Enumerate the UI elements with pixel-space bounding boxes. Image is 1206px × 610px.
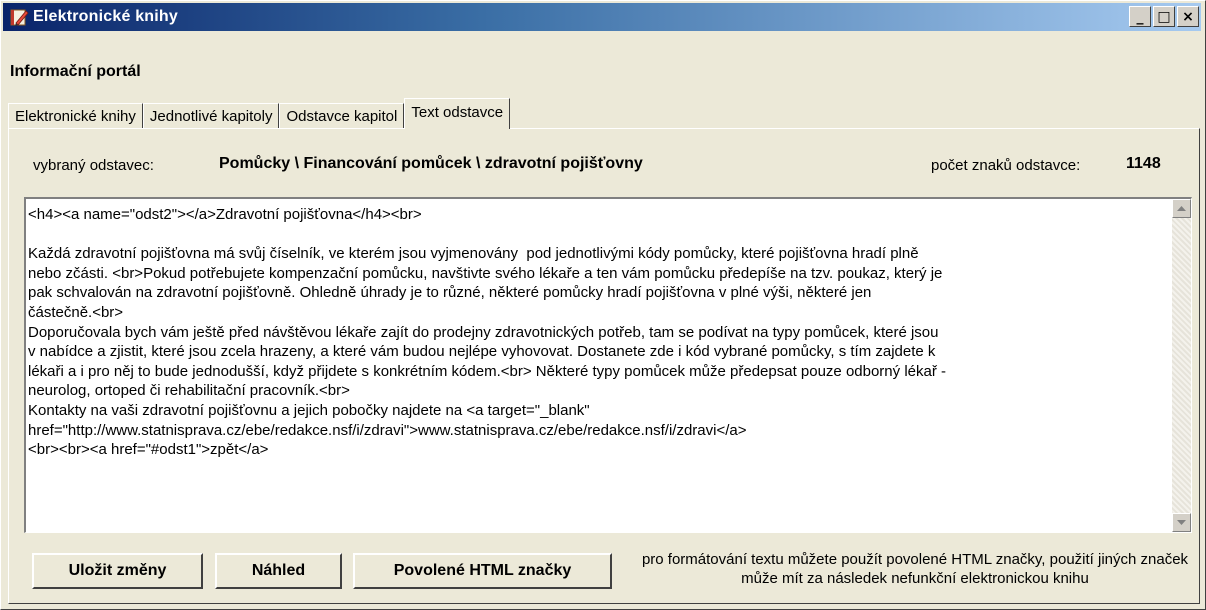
arrow-down-icon [1177, 520, 1186, 525]
tab-jednotlive-kapitoly[interactable]: Jednotlivé kapitoly [142, 103, 280, 129]
tab-odstavce-kapitol[interactable]: Odstavce kapitol [279, 103, 405, 129]
arrow-up-icon [1177, 206, 1186, 211]
save-changes-button[interactable]: Uložit změny [32, 553, 203, 589]
app-window: Elektronické knihy _ □ × Informační port… [0, 0, 1206, 610]
tab-text-odstavce[interactable]: Text odstavce [404, 98, 511, 129]
window-title: Elektronické knihy [33, 8, 178, 25]
formatting-hint: pro formátování textu můžete použít povo… [641, 551, 1189, 587]
scroll-down-button[interactable] [1172, 513, 1191, 532]
scroll-up-button[interactable] [1172, 199, 1191, 218]
tab-strip: Elektronické knihy Jednotlivé kapitoly O… [8, 98, 511, 129]
portal-title: Informační portál [10, 63, 141, 80]
tab-elektronicke-knihy[interactable]: Elektronické knihy [8, 103, 143, 129]
preview-button[interactable]: Náhled [215, 553, 342, 589]
paragraph-text-editor[interactable]: <h4><a name="odst2"></a>Zdravotní pojišť… [24, 197, 1192, 533]
maximize-icon: □ [1157, 8, 1171, 25]
close-button[interactable]: × [1177, 6, 1199, 27]
vertical-scrollbar[interactable] [1172, 199, 1191, 532]
selected-paragraph-path: Pomůcky \ Financování pomůcek \ zdravotn… [219, 155, 643, 172]
allowed-html-tags-button[interactable]: Povolené HTML značky [353, 553, 612, 589]
title-bar[interactable]: Elektronické knihy _ □ × [3, 3, 1201, 31]
maximize-button[interactable]: □ [1153, 6, 1175, 27]
close-icon: × [1182, 8, 1194, 25]
selected-paragraph-label: vybraný odstavec: [33, 157, 154, 174]
char-count-value: 1148 [1126, 155, 1161, 172]
minimize-button[interactable]: _ [1129, 6, 1151, 27]
char-count-label: počet znaků odstavce: [931, 157, 1081, 174]
paragraph-text-content[interactable]: <h4><a name="odst2"></a>Zdravotní pojišť… [28, 205, 1168, 527]
minimize-icon: _ [1136, 8, 1144, 25]
pen-book-icon [10, 9, 29, 26]
